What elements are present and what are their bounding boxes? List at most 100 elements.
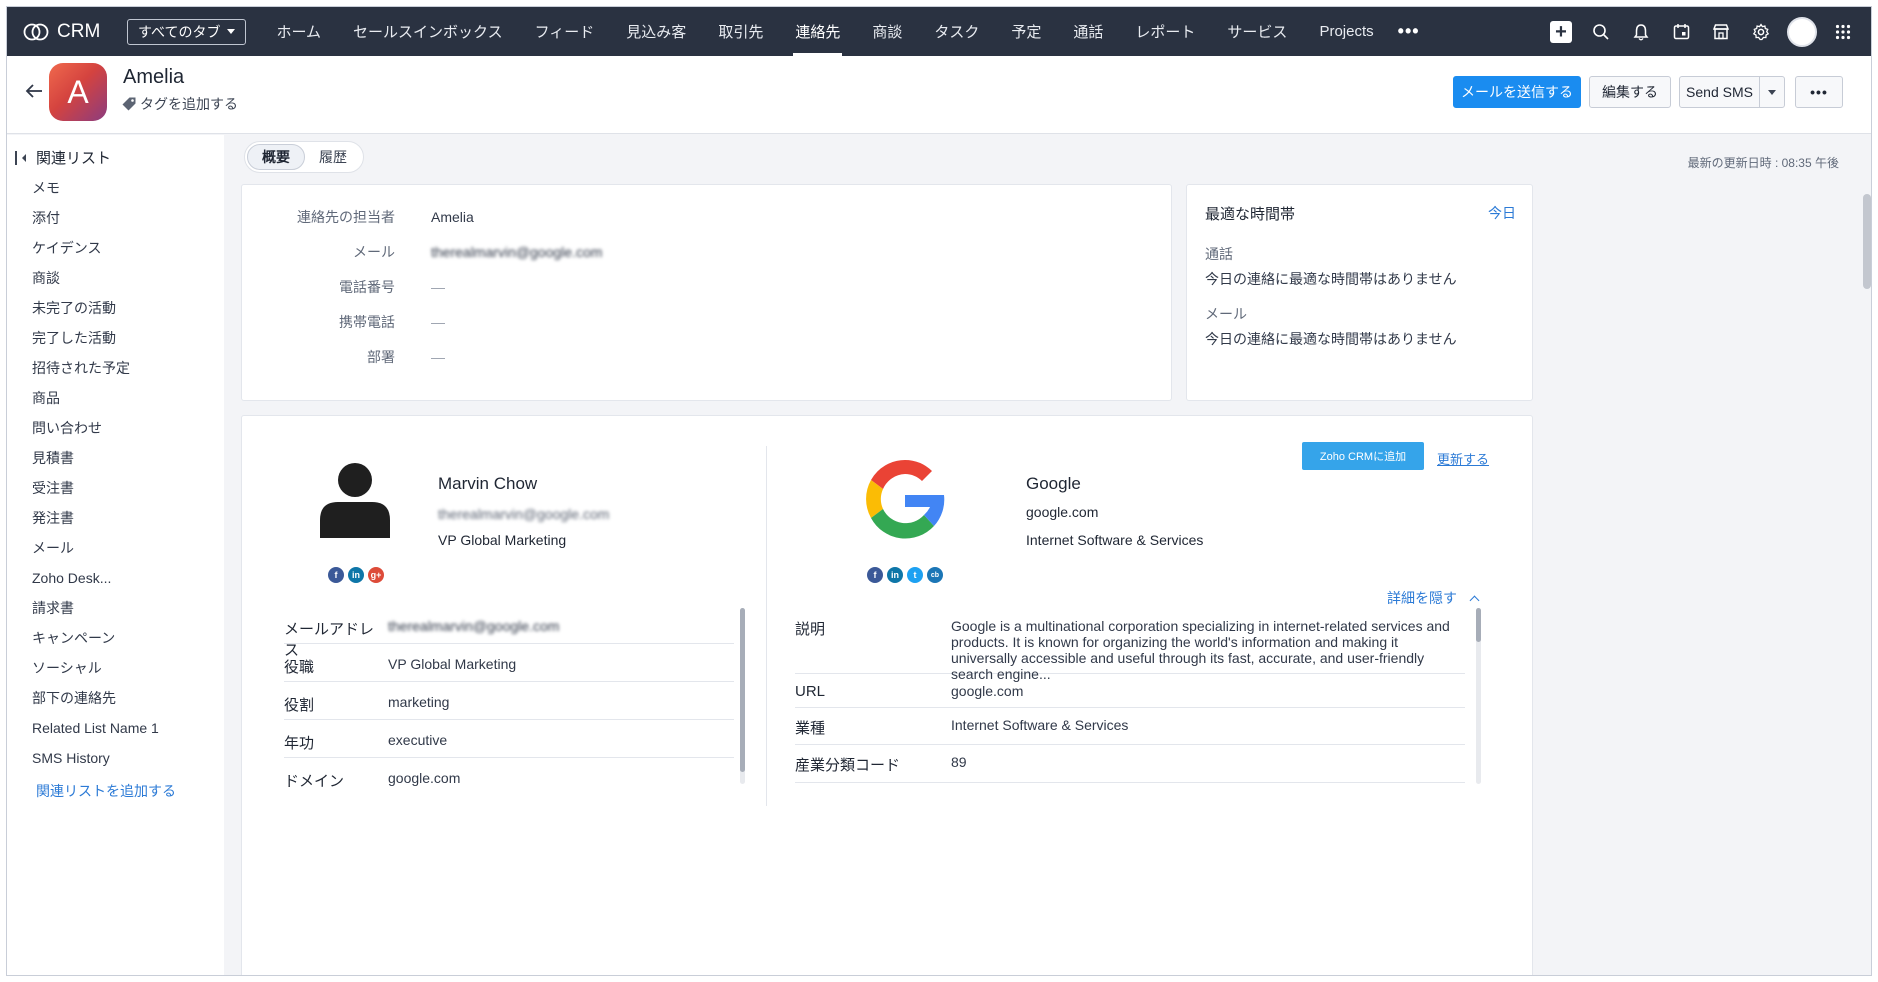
sidebar-item-products[interactable]: 商品	[32, 383, 159, 413]
owner-label: 連絡先の担当者	[297, 209, 395, 225]
related-list-items: メモ 添付 ケイデンス 商談 未完了の活動 完了した活動 招待された予定 商品 …	[32, 173, 159, 773]
detail-key: 産業分類コード	[795, 757, 901, 774]
mobile-row: 携帯電話 —	[242, 312, 445, 332]
collapse-left-icon	[22, 153, 26, 162]
sidebar-item-closed-activities[interactable]: 完了した活動	[32, 323, 159, 353]
owner-row: 連絡先の担当者 Amelia	[242, 207, 474, 227]
more-actions-button[interactable]: •••	[1795, 76, 1843, 108]
phone-value: —	[431, 279, 445, 295]
sidebar-item-purchase-orders[interactable]: 発注書	[32, 503, 159, 533]
facebook-icon[interactable]: f	[328, 567, 344, 583]
company-social-icons: f in t cb	[867, 567, 947, 583]
nav-item-meetings[interactable]: 予定	[995, 7, 1057, 56]
phone-row: 電話番号 —	[242, 277, 445, 297]
sidebar-item-deals[interactable]: 商談	[32, 263, 159, 293]
mobile-value: —	[431, 314, 445, 330]
email-value[interactable]: therealmarvin@google.com	[431, 244, 602, 260]
sidebar-item-sales-orders[interactable]: 受注書	[32, 473, 159, 503]
linkedin-icon[interactable]: in	[887, 567, 903, 583]
nav-item-tasks[interactable]: タスク	[918, 7, 995, 56]
scrollbar-thumb[interactable]	[740, 608, 745, 772]
nav-item-accounts[interactable]: 取引先	[702, 7, 779, 56]
google-plus-icon[interactable]: g+	[368, 567, 384, 583]
sidebar-item-zoho-desk[interactable]: Zoho Desk...	[32, 563, 159, 593]
send-email-button[interactable]: メールを送信する	[1453, 76, 1581, 108]
sidebar-item-cases[interactable]: 問い合わせ	[32, 413, 159, 443]
nav-item-reports[interactable]: レポート	[1119, 7, 1211, 56]
sidebar-item-invited-meetings[interactable]: 招待された予定	[32, 353, 159, 383]
sidebar-item-sms-history[interactable]: SMS History	[32, 743, 159, 773]
sidebar-item-campaigns[interactable]: キャンペーン	[32, 623, 159, 653]
back-arrow-icon[interactable]	[23, 80, 45, 102]
crunchbase-icon[interactable]: cb	[927, 567, 943, 583]
sidebar-item-emails[interactable]: メール	[32, 533, 159, 563]
person-details-table: メールアドレス therealmarvin@google.com 役職 VP G…	[284, 606, 734, 796]
nav-item-services[interactable]: サービス	[1211, 7, 1303, 56]
nav-item-sales-inbox[interactable]: セールスインボックス	[337, 7, 519, 56]
tab-overview[interactable]: 概要	[247, 144, 305, 170]
email-label: メール	[1205, 306, 1247, 322]
best-time-title: 最適な時間帯	[1205, 206, 1296, 223]
department-value: —	[431, 349, 445, 365]
page-scrollbar-thumb[interactable]	[1863, 194, 1871, 289]
all-tabs-dropdown[interactable]: すべてのタブ	[127, 18, 247, 45]
sidebar-item-reporting-contacts[interactable]: 部下の連絡先	[32, 683, 159, 713]
record-avatar: A	[49, 63, 107, 121]
store-icon	[1712, 24, 1730, 40]
send-sms-dropdown[interactable]	[1760, 89, 1784, 95]
nav-more-button[interactable]: •••	[1390, 7, 1428, 56]
sidebar-item-invoices[interactable]: 請求書	[32, 593, 159, 623]
linkedin-icon[interactable]: in	[348, 567, 364, 583]
today-link[interactable]: 今日	[1488, 203, 1516, 223]
hide-details-link[interactable]: 詳細を隠す	[1387, 588, 1480, 608]
nav-item-projects[interactable]: Projects	[1303, 7, 1389, 56]
scrollbar-thumb[interactable]	[1476, 608, 1481, 642]
marketplace-button[interactable]	[1701, 7, 1741, 56]
settings-button[interactable]	[1741, 7, 1781, 56]
tab-history[interactable]: 履歴	[305, 144, 361, 170]
facebook-icon[interactable]: f	[867, 567, 883, 583]
sidebar-item-attachments[interactable]: 添付	[32, 203, 159, 233]
company-name: Google	[1026, 474, 1081, 493]
column-divider	[766, 446, 767, 806]
sidebar-item-related-list-name-1[interactable]: Related List Name 1	[32, 713, 159, 743]
refresh-link[interactable]: 更新する	[1437, 449, 1489, 468]
search-button[interactable]	[1581, 7, 1621, 56]
sidebar-item-open-activities[interactable]: 未完了の活動	[32, 293, 159, 323]
add-related-list-link[interactable]: 関連リストを追加する	[36, 781, 176, 801]
apps-grid-icon	[1835, 24, 1851, 39]
twitter-icon[interactable]: t	[907, 567, 923, 583]
company-details-scrollbar[interactable]	[1476, 608, 1481, 784]
add-to-zoho-crm-button[interactable]: Zoho CRMに追加	[1302, 442, 1424, 470]
person-name: Marvin Chow	[438, 474, 538, 493]
email-best-time-message: 今日の連絡に最適な時間帯はありません	[1205, 331, 1457, 347]
detail-key: 役職	[284, 659, 315, 676]
sidebar-item-cadences[interactable]: ケイデンス	[32, 233, 159, 263]
related-list-header[interactable]: 関連リスト	[15, 147, 111, 168]
hide-details-label: 詳細を隠す	[1387, 590, 1457, 606]
phone-label: 電話番号	[339, 279, 395, 295]
sidebar-item-quotes[interactable]: 見積書	[32, 443, 159, 473]
nav-item-deals[interactable]: 商談	[856, 7, 918, 56]
table-row: メールアドレス therealmarvin@google.com	[284, 606, 734, 659]
add-tag-link[interactable]: タグを追加する	[121, 94, 238, 114]
calendar-button[interactable]	[1661, 7, 1701, 56]
notifications-button[interactable]	[1621, 7, 1661, 56]
sidebar-item-social[interactable]: ソーシャル	[32, 653, 159, 683]
nav-item-home[interactable]: ホーム	[260, 7, 337, 56]
page-scrollbar[interactable]	[1861, 184, 1871, 975]
nav-item-leads[interactable]: 見込み客	[610, 7, 702, 56]
edit-button[interactable]: 編集する	[1589, 76, 1671, 108]
nav-item-feeds[interactable]: フィード	[519, 7, 611, 56]
person-details-scrollbar[interactable]	[740, 608, 745, 784]
user-avatar[interactable]	[1787, 16, 1817, 47]
owner-value[interactable]: Amelia	[431, 209, 474, 225]
plus-icon: +	[1550, 20, 1572, 43]
nav-item-contacts[interactable]: 連絡先	[779, 7, 856, 56]
send-sms-button[interactable]: Send SMS	[1679, 76, 1785, 108]
create-new-button[interactable]: +	[1541, 7, 1581, 56]
sidebar-item-notes[interactable]: メモ	[32, 173, 159, 203]
apps-grid-button[interactable]	[1823, 7, 1863, 56]
crm-brand[interactable]: CRM	[23, 21, 117, 43]
nav-item-calls[interactable]: 通話	[1057, 7, 1119, 56]
